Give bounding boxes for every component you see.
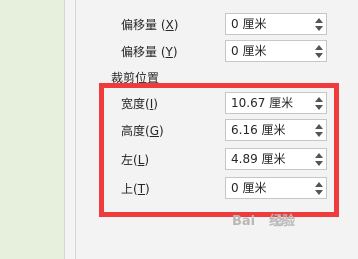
crop-top-spinner[interactable]: 0 厘米 — [225, 177, 327, 199]
crop-height-arrows[interactable] — [315, 122, 323, 138]
crop-width-arrows[interactable] — [315, 95, 323, 111]
offset-y-label: 偏移量 (Y) — [121, 44, 178, 60]
spin-down-icon[interactable] — [315, 26, 323, 31]
crop-top-row: 上(T) 0 厘米 — [76, 177, 358, 201]
crop-top-value[interactable]: 0 厘米 — [231, 181, 266, 196]
offset-x-spinner[interactable]: 0 厘米 — [225, 13, 327, 35]
spin-down-icon[interactable] — [315, 105, 323, 110]
offset-y-arrows[interactable] — [315, 43, 323, 59]
offset-y-key-close: ) — [172, 45, 178, 59]
offset-x-key-close: ) — [173, 18, 179, 32]
crop-width-label: 宽度(I) — [121, 97, 158, 111]
offset-x-mnemonic: X — [165, 18, 174, 32]
spin-up-icon[interactable] — [315, 153, 323, 158]
format-picture-panel: 偏移量 (X) 0 厘米 偏移量 (Y) 0 厘米 裁剪位置 宽度(I) 10.… — [76, 0, 358, 259]
offset-x-label: 偏移量 (X) — [121, 17, 178, 33]
crop-left-row: 左(L) 4.89 厘米 — [76, 148, 358, 172]
offset-x-row: 偏移量 (X) 0 厘米 — [76, 13, 358, 37]
crop-width-spinner[interactable]: 10.67 厘米 — [225, 92, 327, 114]
crop-left-arrows[interactable] — [315, 151, 323, 167]
watermark-brand: Bai — [232, 214, 256, 229]
crop-left-mnemonic: L — [137, 153, 145, 167]
offset-x-label-text: 偏移量 — [121, 18, 161, 32]
crop-left-value[interactable]: 4.89 厘米 — [231, 152, 286, 167]
crop-height-label-text: 高度 — [121, 124, 146, 138]
crop-top-mnemonic: T — [137, 182, 146, 196]
crop-left-spinner[interactable]: 4.89 厘米 — [225, 148, 327, 170]
crop-left-label: 左(L) — [121, 153, 150, 167]
offset-y-label-text: 偏移量 — [121, 45, 161, 59]
spin-down-icon[interactable] — [315, 190, 323, 195]
crop-width-value[interactable]: 10.67 厘米 — [231, 96, 293, 111]
offset-y-row: 偏移量 (Y) 0 厘米 — [76, 40, 358, 64]
spin-up-icon[interactable] — [315, 45, 323, 50]
crop-position-title: 裁剪位置 — [111, 71, 160, 85]
crop-width-mnemonic: I — [149, 97, 154, 111]
offset-y-spinner[interactable]: 0 厘米 — [225, 40, 327, 62]
crop-width-label-text: 宽度 — [121, 97, 146, 111]
spin-up-icon[interactable] — [315, 124, 323, 129]
offset-y-value[interactable]: 0 厘米 — [231, 44, 266, 59]
spin-up-icon[interactable] — [315, 182, 323, 187]
crop-height-label: 高度(G) — [121, 124, 164, 138]
offset-x-arrows[interactable] — [315, 16, 323, 32]
offset-y-mnemonic: Y — [165, 45, 173, 59]
crop-width-row: 宽度(I) 10.67 厘米 — [76, 92, 358, 116]
crop-height-value[interactable]: 6.16 厘米 — [231, 123, 286, 138]
slide-canvas-area — [0, 0, 64, 259]
watermark-logo: Bai 经验 — [232, 213, 295, 231]
paw-icon: ✿ — [273, 212, 286, 230]
spin-down-icon[interactable] — [315, 161, 323, 166]
spin-up-icon[interactable] — [315, 18, 323, 23]
crop-top-label-text: 上 — [121, 182, 134, 196]
panel-divider — [64, 0, 76, 259]
crop-height-row: 高度(G) 6.16 厘米 — [76, 119, 358, 143]
crop-top-arrows[interactable] — [315, 180, 323, 196]
spin-down-icon[interactable] — [315, 132, 323, 137]
crop-top-label: 上(T) — [121, 182, 150, 196]
offset-x-value[interactable]: 0 厘米 — [231, 17, 266, 32]
crop-height-mnemonic: G — [149, 124, 160, 138]
spin-down-icon[interactable] — [315, 53, 323, 58]
spin-up-icon[interactable] — [315, 97, 323, 102]
crop-left-label-text: 左 — [121, 153, 134, 167]
crop-height-spinner[interactable]: 6.16 厘米 — [225, 119, 327, 141]
